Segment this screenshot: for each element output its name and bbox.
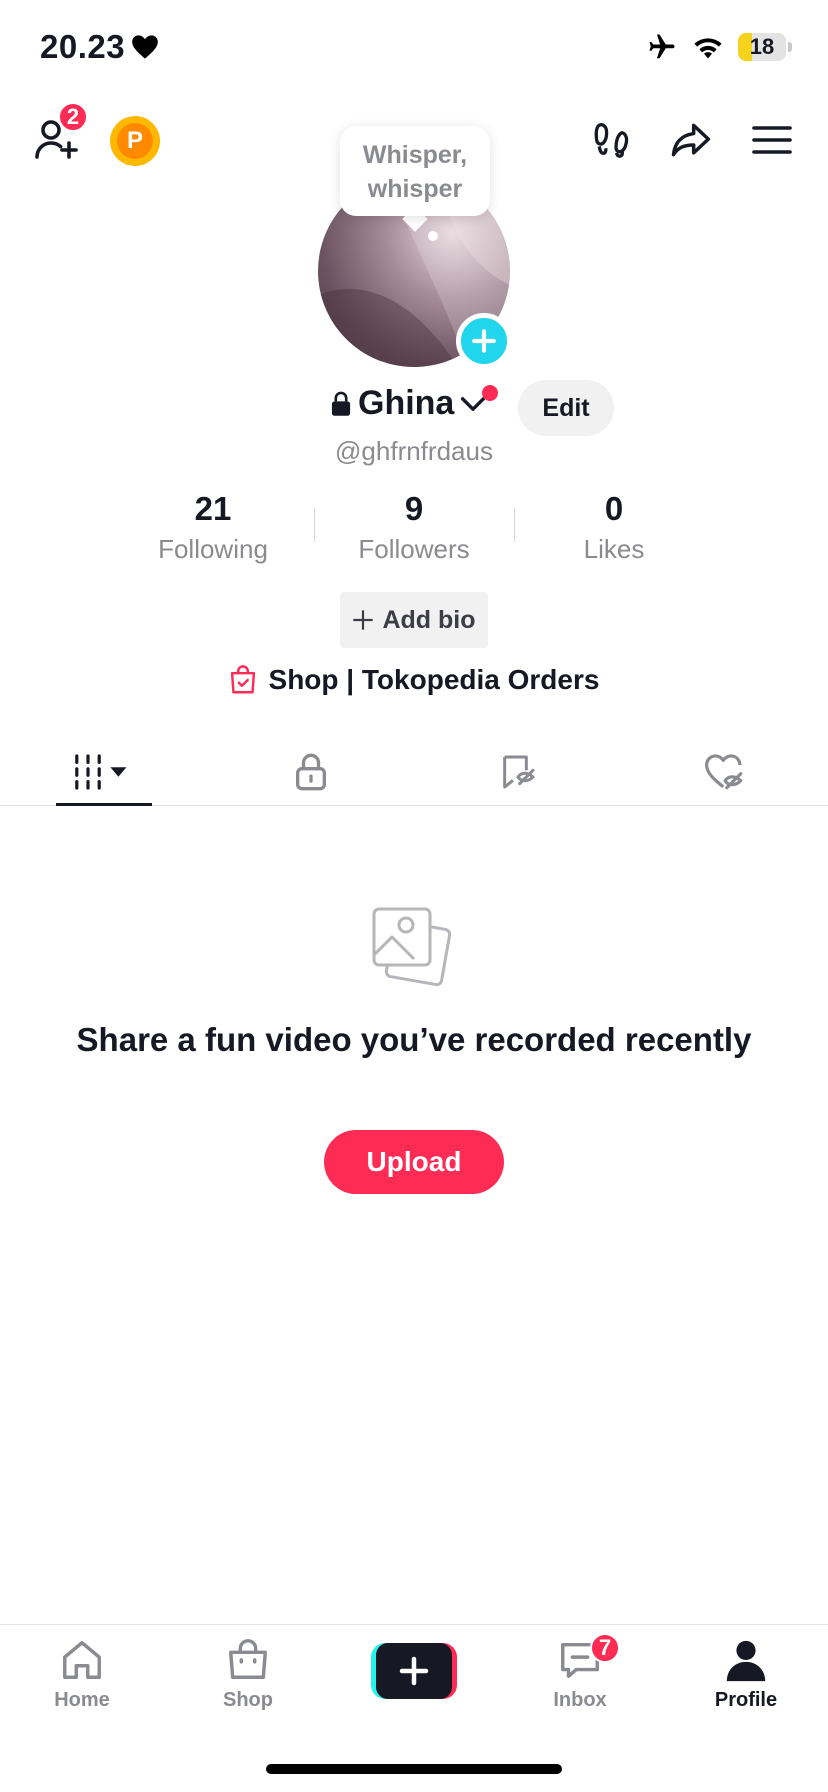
nav-home[interactable]: Home xyxy=(12,1637,152,1712)
add-bio-button[interactable]: Add bio xyxy=(340,592,488,648)
tab-private[interactable] xyxy=(207,738,414,805)
nav-inbox-label: Inbox xyxy=(553,1689,607,1711)
add-friends-button[interactable]: 2 xyxy=(30,102,88,166)
heart-icon xyxy=(132,35,158,59)
nav-inbox[interactable]: 7 Inbox xyxy=(510,1633,650,1712)
status-icons: 18 xyxy=(646,32,792,62)
footprints-icon xyxy=(594,123,629,158)
stat-followers-value: 9 xyxy=(404,490,424,527)
empty-photos-illustration xyxy=(370,905,458,996)
bubble-dot xyxy=(428,231,438,241)
stat-likes[interactable]: 0 Likes xyxy=(514,490,714,565)
wifi-icon xyxy=(694,38,722,59)
shop-orders-label: Shop | Tokopedia Orders xyxy=(268,664,600,695)
stat-following[interactable]: 21 Following xyxy=(113,490,313,565)
lock-icon xyxy=(295,753,326,790)
nav-profile[interactable]: Profile xyxy=(676,1637,816,1712)
create-video-button[interactable] xyxy=(371,1643,457,1699)
battery-tip xyxy=(788,42,792,52)
inbox-badge: 7 xyxy=(590,1633,620,1663)
shopping-bag-icon xyxy=(230,665,255,694)
stat-likes-value: 0 xyxy=(604,490,624,527)
add-story-button[interactable] xyxy=(456,313,512,369)
plus-icon xyxy=(353,610,374,630)
profile-name: Ghina xyxy=(358,384,455,422)
friends-badge: 2 xyxy=(58,102,88,132)
tab-liked[interactable] xyxy=(621,738,828,805)
upload-button[interactable]: Upload xyxy=(324,1130,504,1194)
empty-state-title: Share a fun video you’ve recorded recent… xyxy=(76,1021,752,1058)
points-label: P xyxy=(117,123,153,159)
add-bio-label: Add bio xyxy=(382,605,476,634)
avatar-note-bubble[interactable]: Whisper, whisper xyxy=(340,126,490,216)
repost-hidden-icon xyxy=(502,755,534,788)
points-button[interactable]: P xyxy=(110,116,160,166)
account-switcher[interactable]: Ghina xyxy=(330,384,486,423)
stat-following-value: 21 xyxy=(194,490,232,527)
username-handle: @ghfrnfrdaus xyxy=(335,436,493,466)
edit-profile-button[interactable]: Edit xyxy=(518,380,614,436)
home-icon xyxy=(63,1641,101,1679)
profile-person-icon xyxy=(726,1640,766,1682)
profile-views-button[interactable] xyxy=(586,114,638,166)
nav-home-label: Home xyxy=(54,1689,110,1711)
hamburger-menu-icon xyxy=(752,126,792,154)
grid-videos-icon xyxy=(74,753,126,790)
plus-icon xyxy=(472,329,496,353)
notification-dot xyxy=(482,385,498,401)
status-time: 20.23 xyxy=(40,28,159,66)
lock-icon xyxy=(331,391,351,416)
battery-level: 18 xyxy=(749,34,775,59)
create-button-center xyxy=(376,1643,452,1699)
plus-icon xyxy=(399,1656,429,1686)
nav-shop-label: Shop xyxy=(223,1689,273,1711)
airplane-icon xyxy=(649,34,675,59)
stat-likes-label: Likes xyxy=(583,534,645,564)
heart-hidden-icon xyxy=(704,753,742,789)
shopping-bag-icon xyxy=(229,1639,267,1679)
share-icon xyxy=(671,123,711,157)
stat-following-label: Following xyxy=(158,534,268,564)
home-indicator xyxy=(266,1764,562,1774)
tab-videos[interactable] xyxy=(0,738,207,805)
nav-shop[interactable]: Shop xyxy=(178,1637,318,1712)
stat-followers-label: Followers xyxy=(358,534,470,564)
nav-profile-label: Profile xyxy=(714,1689,778,1711)
menu-button[interactable] xyxy=(746,114,798,166)
content-tabs xyxy=(0,738,828,806)
shop-orders-link[interactable]: Shop | Tokopedia Orders xyxy=(0,664,828,696)
status-time-text: 20.23 xyxy=(40,28,126,65)
battery-indicator: 18 xyxy=(738,33,786,61)
stat-followers[interactable]: 9 Followers xyxy=(314,490,514,565)
tab-reposts[interactable] xyxy=(414,738,621,805)
share-profile-button[interactable] xyxy=(664,114,716,166)
photos-icon xyxy=(372,907,452,987)
